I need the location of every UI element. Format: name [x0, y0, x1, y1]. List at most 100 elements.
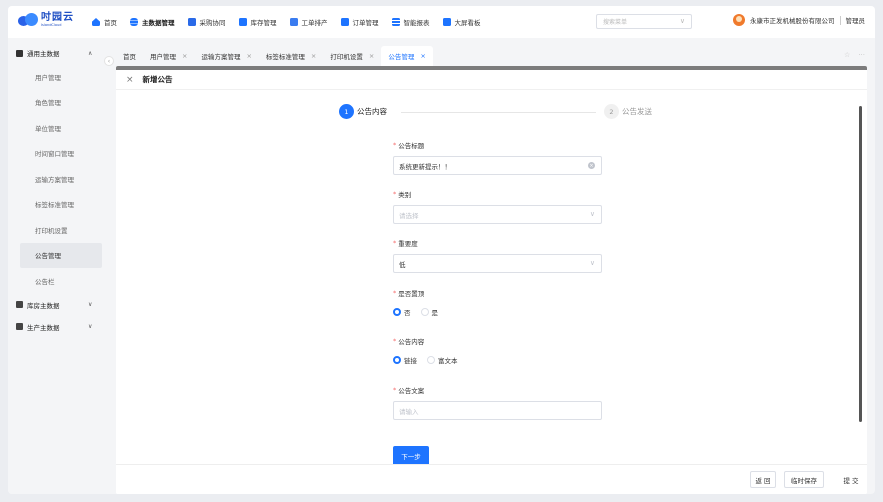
step-connector — [401, 112, 596, 113]
category-select[interactable]: 请选择 ∨ — [393, 205, 602, 224]
form-footer: 返 回 临时保存 提 交 — [116, 464, 867, 494]
order-icon — [340, 18, 349, 26]
user-company: 永康市正发机械股份有限公司 — [750, 17, 835, 25]
sidebar-item-announcement-management[interactable]: 公告管理 — [20, 242, 102, 268]
close-icon[interactable]: × — [126, 75, 134, 85]
pinned-radio-yes[interactable]: 是 — [420, 307, 438, 317]
dashboard-icon — [442, 18, 451, 26]
home-icon — [92, 18, 100, 26]
panel-header: × 新增公告 — [116, 70, 867, 90]
database-icon — [130, 18, 138, 26]
app-frame: 吋园云 IslandCloud 首页 主数据管理 采购协同 库存管理 工单排产 … — [8, 6, 875, 494]
sidebar-item-user-management[interactable]: 用户管理 — [8, 64, 108, 90]
sidebar-item-transport-plan-management[interactable]: 运输方案管理 — [8, 166, 108, 192]
chevron-up-icon: ∧ — [88, 49, 93, 57]
field-label-category: * 类别 — [393, 190, 412, 199]
radio-checked-icon — [393, 308, 401, 316]
sidebar: 通用主数据 ∧ 用户管理 角色管理 单位管理 时间窗口管理 运输方案管理 标签标… — [8, 42, 108, 494]
sidebar-item-role-management[interactable]: 角色管理 — [8, 90, 108, 116]
scrollbar[interactable] — [859, 106, 862, 422]
nav-item-inventory[interactable]: 库存管理 — [238, 17, 277, 27]
nav-item-work-orders[interactable]: 工单排产 — [289, 17, 328, 27]
factory-icon — [16, 323, 23, 330]
sidebar-item-bulletin-board[interactable]: 公告栏 — [8, 268, 108, 294]
sidebar-item-unit-management[interactable]: 单位管理 — [8, 115, 108, 141]
avatar[interactable] — [733, 14, 745, 26]
close-icon[interactable]: × — [182, 52, 187, 60]
tab-home[interactable]: 首页 — [116, 46, 143, 66]
content-radio-rich-text[interactable]: 富文本 — [427, 355, 458, 365]
sidebar-item-time-window-management[interactable]: 时间窗口管理 — [8, 141, 108, 167]
nav-item-master-data[interactable]: 主数据管理 — [130, 17, 175, 27]
tab-transport-plan-management[interactable]: 运输方案管理 × — [194, 46, 258, 66]
copy-input[interactable]: 请输入 — [393, 401, 602, 420]
top-bar: 吋园云 IslandCloud 首页 主数据管理 采购协同 库存管理 工单排产 … — [8, 6, 875, 38]
nav-item-procurement[interactable]: 采购协同 — [187, 17, 226, 27]
tab-printer-settings[interactable]: 打印机设置 × — [323, 46, 381, 66]
announcement-form: * 公告标题 系统更新提示！！ × * 类别 请选择 ∨ * 重要度 低 ∨ * 是否置… — [393, 140, 603, 420]
tab-user-management[interactable]: 用户管理 × — [143, 46, 194, 66]
user-role: 管理员 — [845, 17, 866, 25]
radio-unchecked-icon — [420, 308, 429, 316]
close-icon[interactable]: × — [311, 52, 316, 60]
step-number: 2 — [604, 104, 619, 119]
priority-select[interactable]: 低 ∨ — [393, 254, 602, 273]
required-mark: * — [393, 141, 397, 149]
nav-item-reports[interactable]: 智能报表 — [391, 17, 430, 27]
field-label-title: * 公告标题 — [393, 141, 425, 150]
nav-item-home[interactable]: 首页 — [92, 17, 117, 27]
step-number: 1 — [339, 104, 354, 119]
field-label-copy: * 公告文案 — [393, 386, 425, 395]
step-label: 公告内容 — [357, 107, 387, 116]
field-label-pinned: * 是否置顶 — [393, 289, 425, 298]
page-tabs: 首页 用户管理 × 运输方案管理 × 标签标准管理 × 打印机设置 × 公告管理 × ☆ … — [116, 42, 875, 66]
star-icon[interactable]: ☆ — [844, 51, 850, 59]
clipboard-icon — [289, 18, 298, 26]
chevron-down-icon: ∨ — [589, 210, 595, 218]
warehouse-icon — [16, 301, 23, 308]
sidebar-item-label-standard-management[interactable]: 标签标准管理 — [8, 192, 108, 218]
sidebar-collapse-button[interactable]: ‹ — [104, 56, 114, 66]
chevron-down-icon: ∨ — [88, 301, 93, 308]
cart-icon — [187, 18, 196, 26]
required-mark: * — [393, 190, 397, 198]
step-indicator: 1 公告内容 2 公告发送 — [339, 104, 659, 122]
chevron-down-icon: ∨ — [679, 17, 685, 25]
divider — [839, 15, 841, 25]
top-nav: 首页 主数据管理 采购协同 库存管理 工单排产 订单管理 智能报表 大屏看板 — [92, 6, 494, 38]
content-radio-link[interactable]: 链接 — [393, 355, 417, 365]
clear-icon[interactable]: × — [588, 162, 595, 169]
user-area[interactable]: 永康市正发机械股份有限公司 管理员 — [733, 14, 865, 26]
pinned-radio-no[interactable]: 否 — [393, 307, 411, 317]
sidebar-group-general-master-data[interactable]: 通用主数据 ∧ — [8, 42, 108, 64]
pinned-radio-group: 否 是 — [393, 306, 603, 318]
radio-unchecked-icon — [427, 356, 435, 364]
title-input[interactable]: 系统更新提示！！ × — [393, 156, 602, 175]
tab-announcement-management[interactable]: 公告管理 × — [381, 46, 433, 66]
menu-search-input[interactable]: 搜索菜单 ∨ — [596, 14, 692, 29]
warehouse-icon — [238, 18, 247, 26]
sidebar-item-printer-settings[interactable]: 打印机设置 — [8, 217, 108, 243]
folder-icon — [16, 49, 23, 57]
close-icon[interactable]: × — [246, 52, 251, 60]
submit-button[interactable]: 提 交 — [835, 471, 867, 488]
back-button[interactable]: 返 回 — [750, 471, 776, 488]
tab-label-standard-management[interactable]: 标签标准管理 × — [259, 46, 323, 66]
nav-item-orders[interactable]: 订单管理 — [340, 17, 379, 27]
nav-item-dashboard[interactable]: 大屏看板 — [442, 17, 481, 27]
logo-text: 吋园云 — [41, 12, 74, 23]
sidebar-group-production-master-data[interactable]: 生产主数据 ∨ — [8, 316, 108, 338]
step-send: 2 公告发送 — [604, 104, 652, 119]
app-logo[interactable]: 吋园云 IslandCloud — [18, 13, 74, 28]
step-content: 1 公告内容 — [339, 104, 387, 119]
field-label-content: * 公告内容 — [393, 337, 425, 346]
close-icon[interactable]: × — [369, 52, 374, 60]
more-icon[interactable]: ··· — [858, 51, 865, 59]
sidebar-group-warehouse-master-data[interactable]: 库房主数据 ∨ — [8, 294, 108, 316]
next-step-button[interactable]: 下一步 — [393, 446, 429, 466]
close-icon[interactable]: × — [420, 52, 425, 60]
required-mark: * — [393, 386, 397, 394]
content-radio-group: 链接 富文本 — [393, 354, 603, 366]
required-mark: * — [393, 239, 397, 247]
save-draft-button[interactable]: 临时保存 — [784, 471, 824, 488]
